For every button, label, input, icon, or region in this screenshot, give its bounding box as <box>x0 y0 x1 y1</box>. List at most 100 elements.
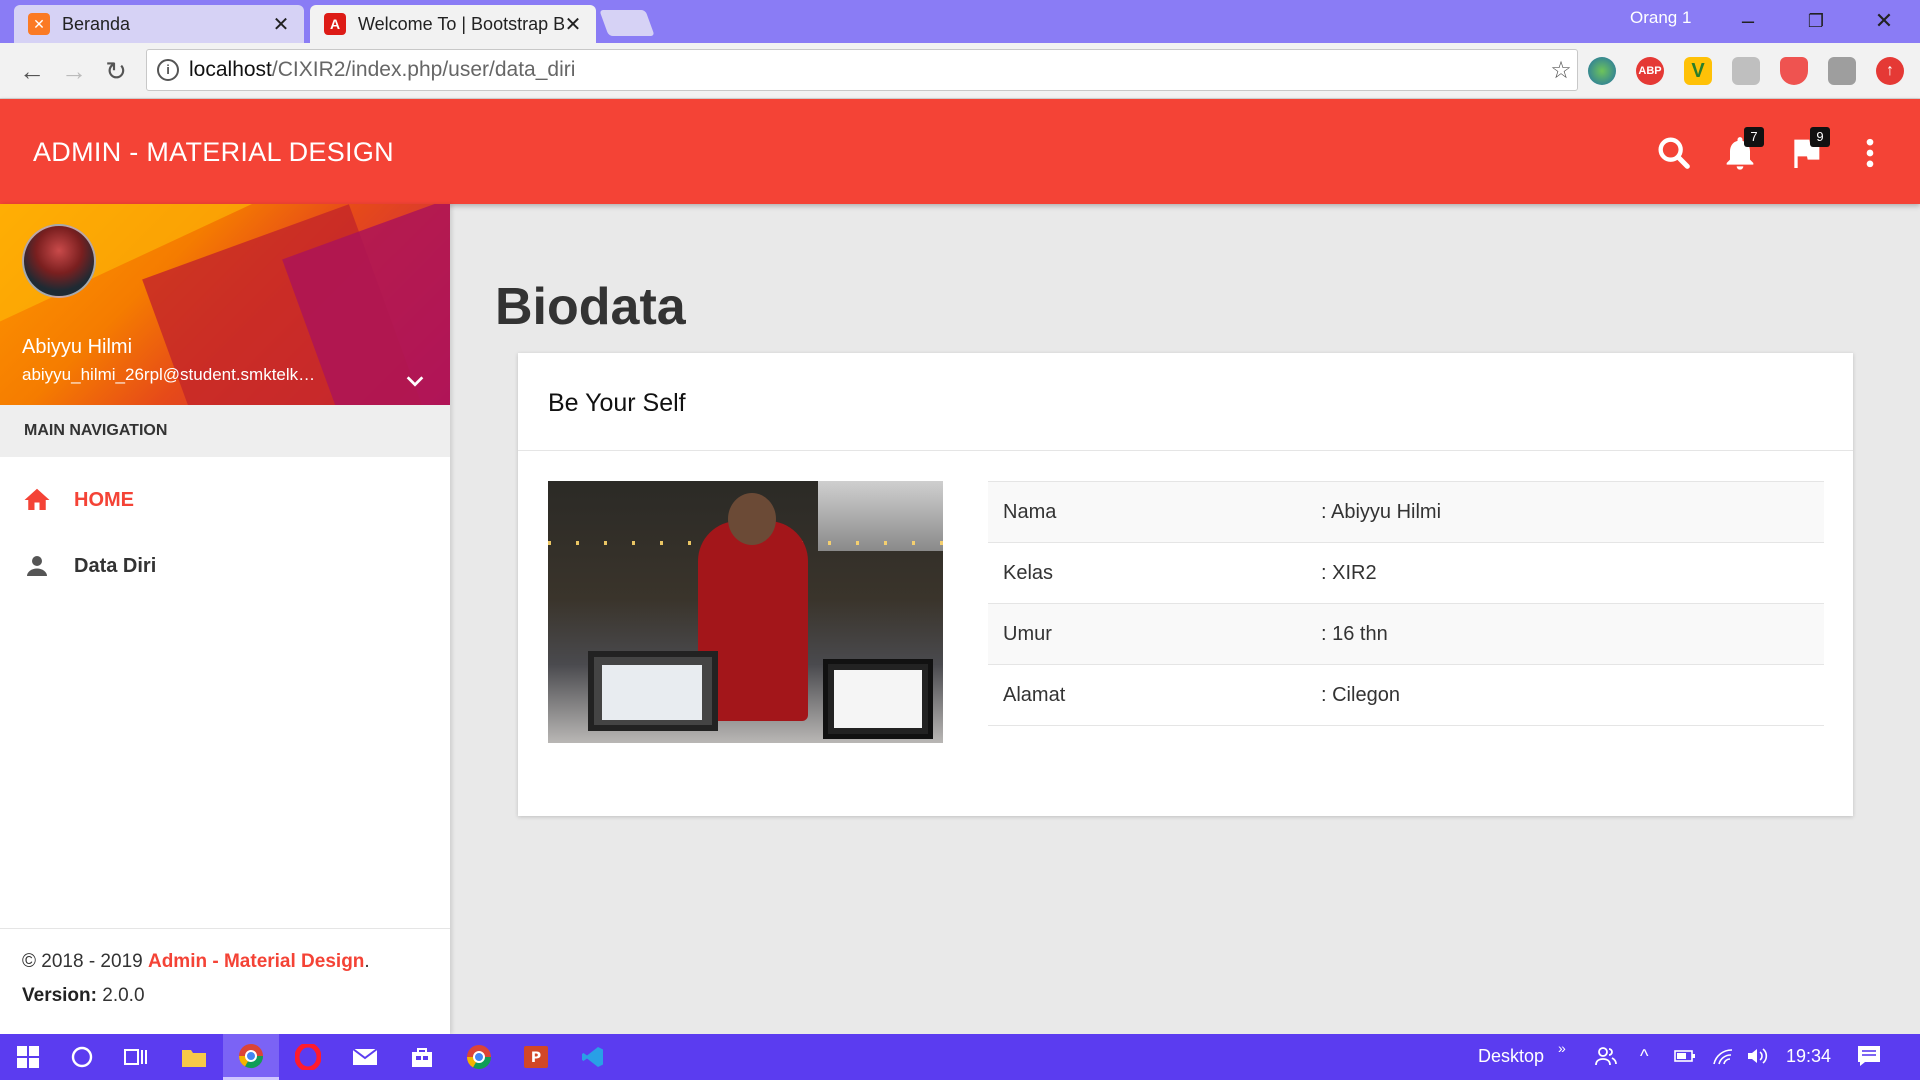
url-text[interactable]: localhost/CIXIR2/index.php/user/data_dir… <box>189 58 1545 82</box>
version-label: Version: <box>22 985 97 1006</box>
bookmark-star-icon[interactable]: ☆ <box>1545 56 1577 85</box>
profile-photo <box>548 481 943 743</box>
svg-text:P: P <box>531 1050 541 1066</box>
copyright-prefix: © 2018 - 2019 <box>22 951 148 972</box>
photo-detail <box>823 659 933 739</box>
tab-title: Welcome To | Bootstrap B <box>358 13 564 34</box>
flag-icon[interactable]: 9 <box>1786 127 1830 173</box>
new-tab-button[interactable] <box>599 10 655 36</box>
row-key: Nama <box>988 481 1306 543</box>
xampp-icon: ✕ <box>28 13 50 35</box>
copyright-suffix: . <box>364 951 370 972</box>
chrome-icon[interactable] <box>223 1034 279 1080</box>
brand-link[interactable]: Admin - Material Design <box>148 951 364 972</box>
photo-detail <box>588 651 718 731</box>
task-view-icon[interactable] <box>108 1034 164 1080</box>
wifi-icon[interactable] <box>1712 1046 1734 1071</box>
table-row: Nama: Abiyyu Hilmi <box>988 481 1824 543</box>
sidebar-item-data-diri[interactable]: Data Diri <box>0 534 450 598</box>
url-path: /CIXIR2/index.php/user/data_diri <box>271 58 576 81</box>
sidebar-item-home[interactable]: HOME <box>0 468 450 532</box>
tab-welcome[interactable]: A Welcome To | Bootstrap B ✕ <box>310 5 596 43</box>
version-value: 2.0.0 <box>96 985 145 1006</box>
windows-start-icon[interactable] <box>0 1034 56 1080</box>
powerpoint-icon[interactable]: P <box>508 1034 564 1080</box>
vimium-icon[interactable]: V <box>1684 57 1712 85</box>
restore-icon[interactable]: ❐ <box>1796 6 1836 36</box>
version: Version: 2.0.0 <box>22 985 450 1007</box>
more-vert-icon[interactable] <box>1850 133 1890 173</box>
search-icon[interactable] <box>1654 133 1694 173</box>
close-icon[interactable]: ✕ <box>564 12 582 37</box>
info-icon[interactable]: i <box>157 59 179 81</box>
taskbar: P Desktop » ^ 19:34 <box>0 1034 1920 1080</box>
sidebar-item-label: Data Diri <box>74 554 157 577</box>
url-host: localhost <box>189 58 272 81</box>
biodata-table: Nama: Abiyyu Hilmi Kelas: XIR2 Umur: 16 … <box>988 481 1824 726</box>
row-value: : XIR2 <box>1306 542 1824 604</box>
chevron-up-icon[interactable]: ^ <box>1640 1046 1648 1067</box>
row-key: Kelas <box>988 542 1306 604</box>
row-value: : Abiyyu Hilmi <box>1306 481 1824 543</box>
minimize-icon[interactable]: – <box>1728 6 1768 36</box>
profile-button[interactable]: Orang 1 <box>1630 8 1691 28</box>
task-count-badge: 9 <box>1810 127 1830 147</box>
nav-header: MAIN NAVIGATION <box>0 405 450 457</box>
mail-icon[interactable] <box>337 1034 393 1080</box>
biodata-card: Be Your Self Nama: Abiyyu Hilmi Kelas: X… <box>518 353 1853 816</box>
file-explorer-icon[interactable] <box>166 1034 222 1080</box>
notifications-icon[interactable]: 7 <box>1720 127 1764 173</box>
volume-icon[interactable] <box>1746 1046 1770 1071</box>
camera-icon[interactable] <box>1828 57 1856 85</box>
close-icon[interactable]: ✕ <box>272 12 290 37</box>
shield-icon[interactable] <box>1780 57 1808 85</box>
sidebar-footer: © 2018 - 2019 Admin - Material Design. V… <box>0 928 450 1034</box>
row-value: : 16 thn <box>1306 603 1824 665</box>
avatar[interactable] <box>22 224 96 298</box>
clock[interactable]: 19:34 <box>1786 1046 1831 1067</box>
app-brand[interactable]: ADMIN - MATERIAL DESIGN <box>33 137 394 168</box>
chrome-icon[interactable] <box>451 1034 507 1080</box>
tab-beranda[interactable]: ✕ Beranda ✕ <box>14 5 304 43</box>
chevron-down-icon[interactable] <box>404 370 426 392</box>
table-row: Alamat: Cilegon <box>988 664 1824 726</box>
notification-count-badge: 7 <box>1744 127 1764 147</box>
adblock-icon[interactable]: ABP <box>1636 57 1664 85</box>
page-title: Biodata <box>495 278 686 336</box>
row-key: Umur <box>988 603 1306 665</box>
desktop-toolbar[interactable]: Desktop <box>1478 1046 1544 1067</box>
home-icon <box>22 485 52 515</box>
vscode-icon[interactable] <box>565 1034 621 1080</box>
opera-icon[interactable] <box>280 1034 336 1080</box>
close-window-icon[interactable]: ✕ <box>1864 6 1904 36</box>
table-row: Umur: 16 thn <box>988 603 1824 665</box>
action-center-icon[interactable] <box>1856 1044 1882 1073</box>
cortana-icon[interactable] <box>54 1034 110 1080</box>
sidebar-item-label: HOME <box>74 488 134 511</box>
battery-icon[interactable] <box>1674 1048 1696 1069</box>
left-sidebar: Abiyyu Hilmi abiyyu_hilmi_26rpl@student.… <box>0 204 450 1034</box>
person-icon <box>22 551 52 581</box>
browser-tab-strip: ✕ Beranda ✕ A Welcome To | Bootstrap B ✕… <box>0 0 1920 43</box>
copyright: © 2018 - 2019 Admin - Material Design. <box>22 951 450 973</box>
browser-toolbar: ← → ↻ i localhost/CIXIR2/index.php/user/… <box>0 43 1920 99</box>
photo-detail <box>728 493 776 545</box>
tab-title: Beranda <box>62 13 131 34</box>
user-email: abiyyu_hilmi_26rpl@student.smktelkom-pwt… <box>22 365 322 384</box>
forward-icon[interactable]: → <box>58 55 90 87</box>
hand-icon[interactable] <box>1732 57 1760 85</box>
user-name: Abiyyu Hilmi <box>22 336 133 358</box>
user-info-panel: Abiyyu Hilmi abiyyu_hilmi_26rpl@student.… <box>0 204 450 405</box>
reload-icon[interactable]: ↻ <box>100 55 132 87</box>
earth-icon[interactable] <box>1588 57 1616 85</box>
table-row: Kelas: XIR2 <box>988 542 1824 604</box>
address-bar[interactable]: i localhost/CIXIR2/index.php/user/data_d… <box>146 49 1578 91</box>
row-key: Alamat <box>988 664 1306 726</box>
people-icon[interactable] <box>1594 1044 1618 1073</box>
chevron-double-right-icon[interactable]: » <box>1558 1040 1566 1056</box>
upload-icon[interactable]: ↑ <box>1876 57 1904 85</box>
row-value: : Cilegon <box>1306 664 1824 726</box>
top-app-bar: ADMIN - MATERIAL DESIGN 7 9 <box>0 99 1920 204</box>
store-icon[interactable] <box>394 1034 450 1080</box>
back-icon[interactable]: ← <box>16 55 48 87</box>
